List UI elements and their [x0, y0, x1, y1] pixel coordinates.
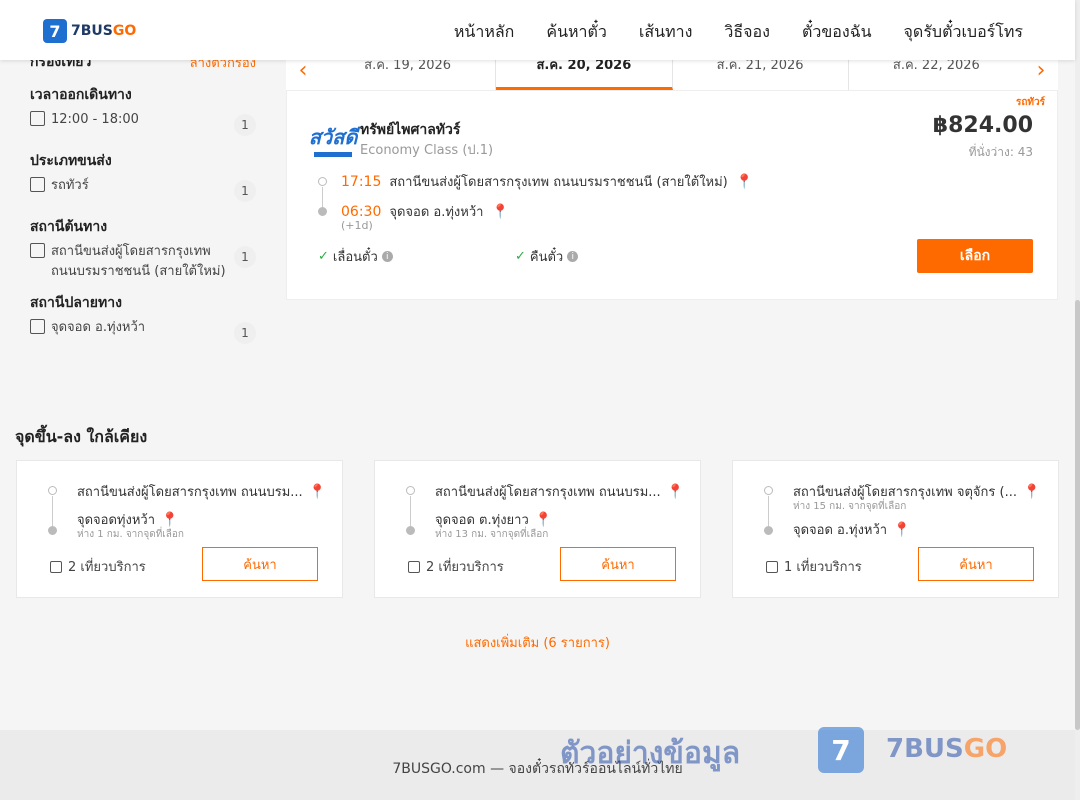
nearby-section-title: จุดขึ้น-ลง ใกล้เคียง [15, 427, 148, 446]
nearby-search-button[interactable]: ค้นหา [918, 547, 1034, 581]
route-line [410, 496, 411, 526]
route-end-dot [318, 207, 327, 216]
trip-card: รถทัวร์ สวัสดี ทรัพย์ไพศาลทัวร์ Economy … [286, 90, 1058, 300]
filter-option[interactable]: รถทัวร์ 1 [30, 176, 256, 202]
info-icon[interactable]: i [567, 251, 579, 262]
checkbox[interactable] [30, 243, 45, 258]
filter-count-badge: 1 [234, 114, 256, 136]
bus-icon [408, 560, 420, 573]
main-nav: หน้าหลัก ค้นหาตั๋ว เส้นทาง วิธีจอง ตั๋วข… [454, 20, 1023, 45]
map-pin-icon[interactable]: 📍 [309, 484, 326, 500]
nearby-from: สถานีขนส่งผู้โดยสารกรุงเทพ ถนนบรม... 📍 [435, 483, 685, 501]
route-start-dot [406, 486, 415, 495]
nav-how-to-book[interactable]: วิธีจอง [724, 20, 770, 45]
filter-option-label: สถานีขนส่งผู้โดยสารกรุงเทพ ถนนบรมราชชนนี… [51, 244, 226, 279]
bus-icon [766, 560, 778, 573]
map-pin-icon[interactable]: 📍 [161, 512, 178, 528]
route-start-dot [764, 486, 773, 495]
departure-time: 17:15 [341, 173, 382, 190]
check-icon: ✓ [515, 249, 526, 264]
nearby-card: สถานีขนส่งผู้โดยสารกรุงเทพ ถนนบรม... 📍 จุ… [16, 460, 343, 598]
route-line [768, 496, 769, 526]
filter-option[interactable]: จุดจอด อ.ทุ่งหว้า 1 [30, 318, 256, 344]
filter-group-destination: สถานีปลายทาง [30, 295, 122, 311]
nearby-card: สถานีขนส่งผู้โดยสารกรุงเทพ จตุจักร (... 📍… [732, 460, 1059, 598]
info-icon[interactable]: i [381, 251, 393, 262]
scrollbar-thumb[interactable] [1075, 300, 1080, 730]
nav-search-ticket[interactable]: ค้นหาตั๋ว [546, 20, 607, 45]
site-logo[interactable]: 7 7BUSGO [43, 19, 136, 43]
nearby-trips: 1 เที่ยวบริการ [766, 556, 862, 577]
route-end-dot [406, 526, 415, 535]
map-pin-icon[interactable]: 📍 [491, 204, 508, 220]
map-pin-icon[interactable]: 📍 [535, 512, 552, 528]
top-header: 7 7BUSGO หน้าหลัก ค้นหาตั๋ว เส้นทาง วิธี… [0, 0, 1075, 60]
filter-option-label: จุดจอด อ.ทุ่งหว้า [51, 320, 146, 335]
logo-mark: 7 [43, 19, 67, 43]
map-pin-icon[interactable]: 📍 [667, 484, 684, 500]
nearby-distance: ห่าง 13 กม. จากจุดที่เลือก [435, 529, 549, 540]
departure-stop: 17:15 สถานีขนส่งผู้โดยสารกรุงเทพ ถนนบรมร… [341, 171, 753, 192]
seats-available: ที่นั่งว่าง: 43 [968, 145, 1033, 159]
operator-name: ทรัพย์ไพศาลทัวร์ [360, 122, 461, 138]
nearby-trips: 2 เที่ยวบริการ [408, 556, 504, 577]
nav-routes[interactable]: เส้นทาง [639, 20, 693, 45]
filter-count-badge: 1 [234, 246, 256, 268]
route-line [322, 187, 323, 207]
filter-option-label: รถทัวร์ [51, 178, 89, 193]
policy-refund-label: คืนตั๋ว [529, 250, 564, 265]
vehicle-type-tag: รถทัวร์ [1015, 97, 1045, 108]
filter-option[interactable]: 12:00 - 18:00 1 [30, 110, 256, 136]
next-day-marker: (+1d) [341, 219, 373, 232]
checkbox[interactable] [30, 177, 45, 192]
filter-group-origin: สถานีต้นทาง [30, 219, 108, 235]
nearby-card: สถานีขนส่งผู้โดยสารกรุงเทพ ถนนบรม... 📍 จุ… [374, 460, 701, 598]
filter-group-transport-type: ประเภทขนส่ง [30, 153, 112, 169]
route-start-dot [48, 486, 57, 495]
route-line [52, 496, 53, 526]
map-pin-icon[interactable]: 📍 [1023, 484, 1040, 500]
nearby-trips: 2 เที่ยวบริการ [50, 556, 146, 577]
watermark-text: ตัวอย่างข้อมูล [560, 736, 741, 771]
departure-station: สถานีขนส่งผู้โดยสารกรุงเทพ ถนนบรมราชชนนี… [389, 175, 728, 190]
map-pin-icon[interactable]: 📍 [893, 522, 910, 538]
route-end-dot [48, 526, 57, 535]
nearby-distance: ห่าง 15 กม. จากจุดที่เลือก [793, 501, 907, 512]
route-end-dot [764, 526, 773, 535]
bus-icon [50, 560, 62, 573]
watermark-brand: 7BUSGO [886, 734, 1008, 764]
policy-change-label: เลื่อนตั๋ว [332, 250, 378, 265]
checkbox[interactable] [30, 111, 45, 126]
logo-text: 7BUSGO [71, 23, 137, 39]
nav-my-tickets[interactable]: ตั๋วของฉัน [802, 20, 872, 45]
filter-option-label: 12:00 - 18:00 [51, 112, 139, 127]
arrival-station: จุดจอด อ.ทุ่งหว้า [389, 205, 484, 220]
filter-group-departure-time: เวลาออกเดินทาง [30, 87, 132, 103]
trip-price: ฿824.00 [932, 113, 1033, 138]
arrival-time: 06:30 [341, 203, 382, 220]
nearby-from: สถานีขนส่งผู้โดยสารกรุงเทพ ถนนบรม... 📍 [77, 483, 327, 501]
map-pin-icon[interactable]: 📍 [736, 174, 753, 190]
seat-class: Economy Class (ป.1) [360, 143, 494, 158]
nav-pickup-points[interactable]: จุดรับตั๋วเบอร์โทร [904, 20, 1023, 45]
check-icon: ✓ [318, 249, 329, 264]
checkbox[interactable] [30, 319, 45, 334]
filter-option[interactable]: สถานีขนส่งผู้โดยสารกรุงเทพ ถนนบรมราชชนนี… [30, 242, 256, 282]
nearby-search-button[interactable]: ค้นหา [560, 547, 676, 581]
nearby-search-button[interactable]: ค้นหา [202, 547, 318, 581]
filter-sidebar: กรองเที่ยว ล้างตัวกรอง เวลาออกเดินทาง 12… [30, 50, 256, 344]
policy-change[interactable]: ✓ เลื่อนตั๋ว i [318, 246, 393, 267]
nearby-to: จุดจอด อ.ทุ่งหว้า 📍 [793, 521, 911, 539]
operator-logo: สวัสดี [309, 121, 357, 157]
nav-home[interactable]: หน้าหลัก [454, 20, 515, 45]
filter-count-badge: 1 [234, 180, 256, 202]
filter-count-badge: 1 [234, 322, 256, 344]
page-scrollbar[interactable] [1075, 0, 1080, 800]
nearby-distance: ห่าง 1 กม. จากจุดที่เลือก [77, 529, 184, 540]
show-more-link[interactable]: แสดงเพิ่มเติม (6 รายการ) [0, 632, 1075, 653]
watermark-logo-mark: 7 [818, 727, 864, 773]
policy-refund[interactable]: ✓ คืนตั๋ว i [515, 246, 579, 267]
select-trip-button[interactable]: เลือก [917, 239, 1033, 273]
route-start-dot [318, 177, 327, 186]
